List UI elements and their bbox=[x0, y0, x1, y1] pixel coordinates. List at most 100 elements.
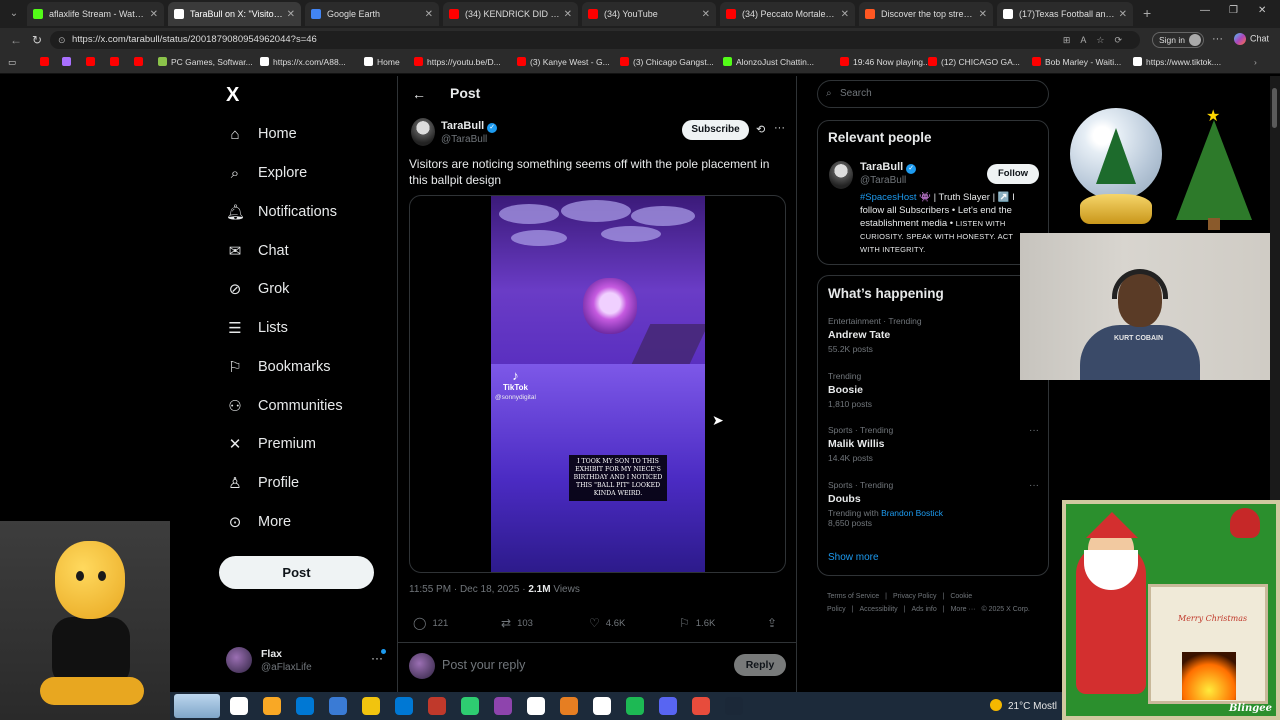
footer-link[interactable]: Ads info bbox=[911, 606, 936, 613]
reply-input[interactable]: Post your reply bbox=[442, 658, 525, 672]
tab-close-icon[interactable]: ✕ bbox=[841, 9, 849, 20]
post-button[interactable]: Post bbox=[219, 556, 374, 589]
taskbar-app-icon[interactable] bbox=[230, 697, 248, 715]
browser-tab[interactable]: TaraBull on X: "Visitors are n ✕ bbox=[168, 2, 301, 26]
taskbar-app-icon[interactable] bbox=[461, 697, 479, 715]
relevant-person-handle[interactable]: @TaraBull bbox=[860, 175, 906, 186]
bookmark-item[interactable]: (3) Chicago Gangst... bbox=[620, 57, 714, 67]
sidebar-item-more[interactable]: ⊙ More bbox=[226, 509, 291, 535]
reload-icon[interactable]: ↻ bbox=[32, 33, 42, 47]
reply-button[interactable]: Reply bbox=[734, 654, 786, 676]
taskbar-app-icon[interactable] bbox=[428, 697, 446, 715]
taskbar-app-icon[interactable] bbox=[593, 697, 611, 715]
trend-with-link[interactable]: Brandon Bostick bbox=[881, 508, 943, 518]
reply-action[interactable]: ◯ 121 bbox=[413, 616, 448, 630]
trend-item[interactable]: Sports · Trending Doubs Trending with Bran… bbox=[828, 480, 1043, 528]
sidebar-item-chat[interactable]: ✉ Chat bbox=[226, 238, 289, 264]
footer-link[interactable]: © 2025 X Corp. bbox=[981, 606, 1029, 613]
page-scrollbar[interactable] bbox=[1270, 76, 1280, 500]
trend-item[interactable]: Trending Boosie 1,810 posts bbox=[828, 371, 1043, 409]
footer-link[interactable]: More ··· bbox=[951, 606, 976, 613]
site-info-icon[interactable]: ⊙ bbox=[58, 31, 66, 49]
x-logo[interactable]: X bbox=[226, 84, 239, 107]
sidebar-item-home[interactable]: ⌂ Home bbox=[226, 121, 296, 147]
bookmark-item[interactable] bbox=[40, 57, 53, 67]
taskbar-app-icon[interactable] bbox=[659, 697, 677, 715]
minimize-icon[interactable]: — bbox=[1200, 5, 1210, 16]
footer-link[interactable]: Privacy Policy bbox=[893, 593, 937, 600]
back-arrow-icon[interactable]: ← bbox=[412, 86, 426, 102]
signin-button[interactable]: Sign in bbox=[1152, 32, 1204, 48]
video-player[interactable]: ♪ TikTok @sonnydigital I took my son to … bbox=[491, 196, 705, 572]
browser-tab[interactable]: (17)Texas Football and Quin ✕ bbox=[997, 2, 1133, 26]
browser-tab[interactable]: (34) Peccato Mortale (Happi ✕ bbox=[720, 2, 855, 26]
sidebar-item-notifications[interactable]: 🔔︎ Notifications bbox=[226, 199, 337, 225]
author-avatar[interactable] bbox=[411, 118, 435, 146]
copilot-chat-button[interactable]: Chat bbox=[1234, 33, 1269, 45]
sidebar-item-explore[interactable]: ⌕ Explore bbox=[226, 160, 307, 186]
account-switcher[interactable]: Flax @aFlaxLife ··· bbox=[226, 645, 386, 677]
footer-link[interactable]: Terms of Service bbox=[827, 593, 879, 600]
taskbar-app-icon[interactable] bbox=[527, 697, 545, 715]
bookmark-item[interactable] bbox=[62, 57, 75, 67]
bookmark-item[interactable]: PC Games, Softwar... bbox=[158, 57, 253, 67]
relevant-person-name-row[interactable]: TaraBull ✓ bbox=[860, 161, 917, 174]
sidebar-item-lists[interactable]: ☰ Lists bbox=[226, 315, 288, 341]
taskbar-app-icon[interactable] bbox=[329, 697, 347, 715]
trend-item[interactable]: Entertainment · Trending Andrew Tate 55.2K… bbox=[828, 316, 1043, 354]
author-name-row[interactable]: TaraBull ✓ bbox=[441, 120, 498, 133]
taskbar-preview-thumbnail[interactable] bbox=[174, 694, 220, 718]
tab-close-icon[interactable]: ✕ bbox=[979, 9, 987, 20]
tab-close-icon[interactable]: ✕ bbox=[150, 9, 158, 20]
author-handle[interactable]: @TaraBull bbox=[441, 134, 487, 145]
url-field[interactable]: ⊙ https://x.com/tarabull/status/20018790… bbox=[50, 31, 1140, 49]
sidebar-item-bookmarks[interactable]: ⚐ Bookmarks bbox=[226, 354, 330, 380]
post-media[interactable]: ♪ TikTok @sonnydigital I took my son to … bbox=[409, 195, 786, 573]
address-bar-icons[interactable]: ⊞A☆⟳ bbox=[1063, 31, 1132, 49]
bookmark-item[interactable]: AlonzoJust Chattin... bbox=[723, 57, 814, 67]
close-window-icon[interactable]: ✕ bbox=[1258, 5, 1266, 16]
taskbar-app-icon[interactable] bbox=[692, 697, 710, 715]
taskbar-app-icon[interactable] bbox=[626, 697, 644, 715]
search-input[interactable]: ⌕ Search bbox=[817, 80, 1049, 108]
restore-icon[interactable]: ❐ bbox=[1229, 5, 1238, 16]
browser-tab[interactable]: (34) YouTube ✕ bbox=[582, 2, 716, 26]
taskbar-app-icon[interactable] bbox=[725, 697, 743, 715]
post-timestamp[interactable]: 11:55 PM · Dec 18, 2025 · bbox=[409, 584, 528, 595]
bookmark-item[interactable]: Home bbox=[364, 57, 400, 67]
browser-tab[interactable]: Discover the top streamed m ✕ bbox=[859, 2, 993, 26]
bookmarks-icon[interactable]: ▭ bbox=[8, 57, 16, 68]
bookmark-item[interactable]: Bob Marley - Waiti... bbox=[1032, 57, 1121, 67]
taskbar-app-icon[interactable] bbox=[560, 697, 578, 715]
relevant-person-avatar[interactable] bbox=[829, 161, 853, 189]
bio-hashtag[interactable]: #SpacesHost bbox=[860, 192, 917, 203]
tab-list-menu-icon[interactable]: ⌄ bbox=[4, 4, 24, 24]
trend-item[interactable]: Sports · Trending Malik Willis 14.4K posts… bbox=[828, 425, 1043, 463]
subscribe-button[interactable]: Subscribe bbox=[682, 120, 749, 140]
sidebar-item-premium[interactable]: ✕ Premium bbox=[226, 431, 316, 457]
bookmark-item[interactable]: https://x.com/A88... bbox=[260, 57, 346, 67]
tab-close-icon[interactable]: ✕ bbox=[1119, 9, 1127, 20]
bookmark-item[interactable]: (3) Kanye West - G... bbox=[517, 57, 610, 67]
tab-close-icon[interactable]: ✕ bbox=[564, 9, 572, 20]
show-more-link[interactable]: Show more bbox=[828, 552, 879, 563]
share-action[interactable]: ⇪ bbox=[767, 616, 783, 630]
bookmark-action[interactable]: ⚐ 1.6K bbox=[679, 616, 715, 630]
trend-more-icon[interactable]: ··· bbox=[1029, 425, 1039, 436]
browser-menu-icon[interactable]: ··· bbox=[1212, 33, 1223, 45]
browser-tab[interactable]: aflaxlife Stream - Watch Live ✕ bbox=[27, 2, 164, 26]
scrollbar-thumb[interactable] bbox=[1272, 88, 1277, 128]
taskbar-app-icon[interactable] bbox=[395, 697, 413, 715]
trend-more-icon[interactable]: ··· bbox=[1029, 480, 1039, 491]
bookmark-item[interactable] bbox=[134, 57, 147, 67]
taskbar-app-icon[interactable] bbox=[263, 697, 281, 715]
bookmark-item[interactable]: (12) CHICAGO GA... bbox=[928, 57, 1020, 67]
footer-link[interactable]: Accessibility bbox=[860, 606, 898, 613]
sidebar-item-profile[interactable]: ♙ Profile bbox=[226, 470, 299, 496]
follow-button[interactable]: Follow bbox=[987, 164, 1039, 184]
bookmark-item[interactable]: 19:46 Now playing... bbox=[840, 57, 930, 67]
tab-close-icon[interactable]: ✕ bbox=[287, 9, 295, 20]
taskbar-app-icon[interactable] bbox=[362, 697, 380, 715]
taskbar-app-icon[interactable] bbox=[494, 697, 512, 715]
like-action[interactable]: ♡ 4.6K bbox=[589, 616, 625, 630]
